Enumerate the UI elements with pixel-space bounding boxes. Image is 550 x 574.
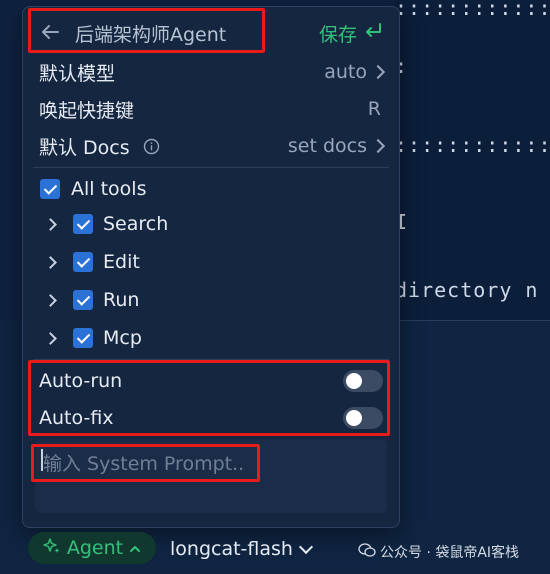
watermark: 公众号 · 袋鼠帝AI客栈 xyxy=(358,542,519,562)
all-tools-checkbox[interactable] xyxy=(40,179,60,199)
auto-fix-row[interactable]: Auto-fix xyxy=(23,404,399,432)
agent-mode-button[interactable]: Agent xyxy=(28,532,156,564)
all-tools-row[interactable]: All tools xyxy=(23,175,399,203)
shortcut-row[interactable]: 唤起快捷键 R xyxy=(23,94,399,124)
chevron-right-icon xyxy=(370,64,386,80)
divider xyxy=(33,359,389,360)
run-checkbox[interactable] xyxy=(73,290,93,310)
chevron-up-icon xyxy=(129,537,141,559)
tool-item-run[interactable]: Run xyxy=(23,285,399,315)
toggle-knob xyxy=(346,410,362,426)
tool-label: Mcp xyxy=(103,327,142,349)
watermark-text: 公众号 · 袋鼠帝AI客栈 xyxy=(380,545,520,561)
back-arrow-icon[interactable] xyxy=(39,21,61,43)
tool-label: Run xyxy=(103,289,140,311)
editor-line: ::::::::::::N xyxy=(395,0,550,20)
shortcut-value[interactable]: R xyxy=(368,98,381,120)
save-label: 保存 xyxy=(318,23,357,46)
editor-line: :::::::::::: xyxy=(395,133,550,157)
auto-run-label: Auto-run xyxy=(39,370,123,392)
editor-line: directory n xyxy=(395,278,539,302)
expand-chevron-icon[interactable] xyxy=(44,331,57,345)
system-prompt-placeholder: 输入 System Prompt.. xyxy=(43,453,245,475)
default-docs-select[interactable]: set docs xyxy=(287,135,386,157)
default-model-row[interactable]: 默认模型 auto xyxy=(23,57,399,87)
agent-mode-label: Agent xyxy=(66,537,124,559)
default-model-label: 默认模型 xyxy=(39,62,116,85)
agent-settings-panel: 后端架构师Agent 保存 默认模型 auto 唤起快捷键 R 默认 Docs … xyxy=(22,6,400,528)
sparkle-icon xyxy=(43,537,61,560)
default-model-select[interactable]: auto xyxy=(324,61,386,83)
tool-label: Search xyxy=(103,213,169,235)
auto-run-row[interactable]: Auto-run xyxy=(23,367,399,395)
all-tools-label: All tools xyxy=(71,178,147,200)
shortcut-label: 唤起快捷键 xyxy=(39,99,135,122)
tool-label: Edit xyxy=(103,251,140,273)
enter-return-icon xyxy=(363,22,383,45)
default-docs-row[interactable]: 默认 Docs set docs xyxy=(23,131,399,161)
wechat-icon xyxy=(358,542,376,562)
expand-chevron-icon[interactable] xyxy=(44,255,57,269)
system-prompt-input[interactable]: 输入 System Prompt.. xyxy=(35,439,387,513)
save-button[interactable]: 保存 xyxy=(319,20,383,47)
model-selector[interactable]: longcat-flash xyxy=(170,538,314,560)
toggle-knob xyxy=(346,373,362,389)
divider xyxy=(395,320,550,321)
model-label: longcat-flash xyxy=(170,538,293,560)
edit-checkbox[interactable] xyxy=(73,252,93,272)
expand-chevron-icon[interactable] xyxy=(44,217,57,231)
auto-fix-toggle[interactable] xyxy=(343,407,383,429)
default-docs-value: set docs xyxy=(287,135,367,157)
tool-item-edit[interactable]: Edit xyxy=(23,247,399,277)
search-checkbox[interactable] xyxy=(73,214,93,234)
tool-item-mcp[interactable]: Mcp xyxy=(23,323,399,353)
background-editor: ::::::::::::N : :::::::::::: I directory… xyxy=(395,0,550,320)
chevron-down-icon xyxy=(298,539,314,554)
info-icon[interactable] xyxy=(143,138,160,159)
default-docs-label: 默认 Docs xyxy=(39,136,130,159)
expand-chevron-icon[interactable] xyxy=(44,293,57,307)
auto-fix-label: Auto-fix xyxy=(39,407,114,429)
auto-run-toggle[interactable] xyxy=(343,370,383,392)
mcp-checkbox[interactable] xyxy=(73,328,93,348)
tool-item-search[interactable]: Search xyxy=(23,209,399,239)
panel-header: 后端架构师Agent 保存 xyxy=(23,15,399,51)
chevron-right-icon xyxy=(370,138,386,154)
agent-title[interactable]: 后端架构师Agent xyxy=(75,20,226,47)
divider xyxy=(33,167,389,168)
default-model-value: auto xyxy=(324,61,367,83)
